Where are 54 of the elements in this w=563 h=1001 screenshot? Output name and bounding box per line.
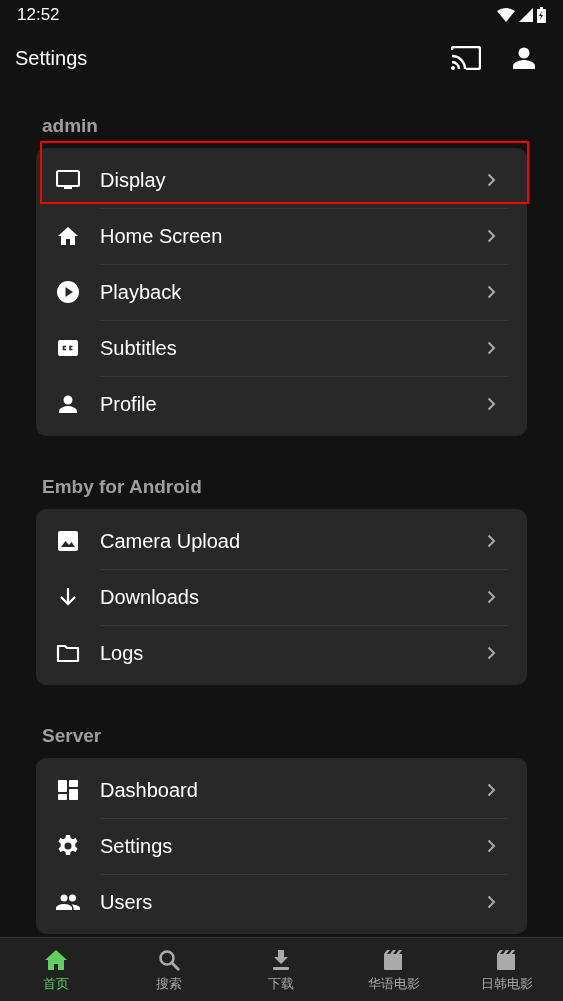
settings-item[interactable]: Camera Upload [36, 513, 527, 569]
settings-item[interactable]: Playback [36, 264, 527, 320]
item-label: Subtitles [100, 336, 178, 361]
battery-icon [537, 7, 546, 23]
settings-item[interactable]: Profile [36, 376, 527, 432]
settings-item[interactable]: Subtitles [36, 320, 527, 376]
item-label: Camera Upload [100, 529, 242, 554]
chevron-right-icon [487, 229, 496, 243]
chevron-right-icon [487, 341, 496, 355]
gear-icon [56, 834, 80, 858]
settings-item[interactable]: Dashboard [36, 762, 527, 818]
chevron-right-icon [487, 397, 496, 411]
chevron-right-icon [487, 285, 496, 299]
item-label: Home Screen [100, 224, 224, 249]
item-label: Profile [100, 392, 158, 417]
item-label: Settings [100, 834, 174, 859]
chevron-right-icon [487, 646, 496, 660]
play-icon [56, 280, 80, 304]
nav-tab[interactable]: 首页 [0, 938, 113, 1001]
home-icon [56, 224, 80, 248]
nav-tab[interactable]: 搜索 [112, 938, 226, 1001]
nav-tab[interactable]: 华语电影 [337, 938, 451, 1001]
section-header: Server [42, 723, 102, 748]
settings-item[interactable]: Users [36, 874, 527, 930]
item-label: Downloads [100, 585, 200, 610]
status-time: 12:52 [17, 4, 60, 27]
settings-item[interactable]: Settings [36, 818, 527, 874]
chevron-right-icon [487, 173, 496, 187]
monitor-icon [56, 168, 80, 192]
account-icon[interactable] [513, 47, 535, 69]
item-label: Users [100, 890, 154, 915]
image-icon [56, 529, 80, 553]
settings-item[interactable]: Home Screen [36, 208, 527, 264]
app-bar-title: Settings [15, 46, 88, 71]
wifi-icon [497, 8, 515, 22]
chevron-right-icon [487, 895, 496, 909]
chevron-right-icon [487, 534, 496, 548]
nav-tab[interactable]: 日韩电影 [450, 938, 563, 1001]
signal-icon [519, 8, 533, 22]
settings-item[interactable]: Logs [36, 625, 527, 681]
dashboard-icon [56, 778, 80, 802]
chevron-right-icon [487, 783, 496, 797]
item-label: Dashboard [100, 778, 199, 803]
settings-item[interactable]: Downloads [36, 569, 527, 625]
section-header: admin [42, 113, 98, 138]
section-header: Emby for Android [42, 474, 202, 499]
nav-tab[interactable]: 下载 [225, 938, 338, 1001]
chevron-right-icon [487, 839, 496, 853]
item-label: Logs [100, 641, 145, 666]
chevron-right-icon [487, 590, 496, 604]
cast-icon[interactable] [451, 46, 481, 70]
item-label: Display [100, 168, 167, 193]
settings-item[interactable]: Display [36, 152, 527, 208]
item-label: Playback [100, 280, 183, 305]
